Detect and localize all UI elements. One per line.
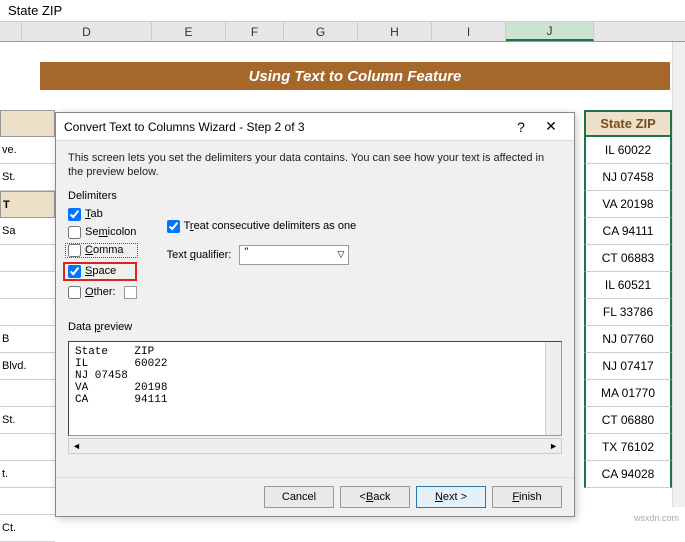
comma-checkbox[interactable]: Comma [66, 244, 137, 257]
next-button[interactable]: Next > [416, 486, 486, 508]
preview-hscroll[interactable]: ◄ ► [68, 438, 562, 454]
left-cell: t. [0, 461, 55, 488]
table-cell[interactable]: CT 06883 [584, 245, 672, 272]
scroll-left-icon[interactable]: ◄ [72, 441, 81, 451]
qualifier-select[interactable]: " ▽ [239, 245, 349, 265]
left-cell [0, 272, 55, 299]
semicolon-check-input[interactable] [68, 226, 81, 239]
qualifier-label: Text qualifier: [167, 249, 232, 261]
preview-label: Data preview [68, 321, 562, 333]
table-cell[interactable]: IL 60521 [584, 272, 672, 299]
left-column-fragments: ve. St. T Sa B Blvd. St. t. Ct. [0, 110, 55, 542]
table-cell[interactable]: TX 76102 [584, 434, 672, 461]
table-cell[interactable]: IL 60022 [584, 137, 672, 164]
table-cell[interactable]: NJ 07417 [584, 353, 672, 380]
col-h[interactable]: H [358, 22, 432, 41]
delimiters-label: Delimiters [68, 190, 562, 202]
scroll-right-icon[interactable]: ► [549, 441, 558, 451]
col-j[interactable]: J [506, 22, 594, 41]
col-d[interactable]: D [22, 22, 152, 41]
qualifier-value: " [244, 246, 248, 258]
back-button[interactable]: < Back [340, 486, 410, 508]
preview-box: State ZIP IL 60022 NJ 07458 VA 20198 CA … [68, 341, 562, 436]
formula-bar-text: State ZIP [8, 3, 62, 18]
table-cell[interactable]: CT 06880 [584, 407, 672, 434]
comma-check-input[interactable] [68, 244, 81, 257]
left-cell [0, 434, 55, 461]
table-cell[interactable]: CA 94028 [584, 461, 672, 488]
left-cell [0, 380, 55, 407]
left-cell: St. [0, 407, 55, 434]
left-cell: Ct. [0, 515, 55, 542]
other-checkbox[interactable]: Other: [68, 286, 137, 299]
help-button[interactable]: ? [506, 119, 536, 135]
col-g[interactable]: G [284, 22, 358, 41]
other-input[interactable] [124, 286, 137, 299]
tab-checkbox[interactable]: Tab [68, 208, 137, 221]
preview-vscroll[interactable] [545, 342, 561, 435]
table-cell[interactable]: NJ 07458 [584, 164, 672, 191]
left-cell: Sa [0, 218, 55, 245]
dialog-description: This screen lets you set the delimiters … [68, 151, 562, 180]
left-cell [0, 245, 55, 272]
state-zip-column: State ZIP IL 60022 NJ 07458 VA 20198 CA … [584, 110, 672, 488]
left-cell: ve. [0, 137, 55, 164]
table-cell[interactable]: MA 01770 [584, 380, 672, 407]
space-checkbox[interactable]: Space [63, 262, 137, 281]
tab-check-input[interactable] [68, 208, 81, 221]
column-headers: D E F G H I J [0, 22, 685, 42]
preview-text: State ZIP IL 60022 NJ 07458 VA 20198 CA … [75, 346, 167, 406]
vertical-scrollbar[interactable] [672, 42, 685, 507]
dialog-titlebar: Convert Text to Columns Wizard - Step 2 … [56, 113, 574, 141]
left-cell: B [0, 326, 55, 353]
left-cell: Blvd. [0, 353, 55, 380]
table-cell[interactable]: VA 20198 [584, 191, 672, 218]
button-row: Cancel < Back Next > Finish [56, 477, 574, 516]
dialog-title: Convert Text to Columns Wizard - Step 2 … [64, 120, 506, 134]
table-cell[interactable]: FL 33786 [584, 299, 672, 326]
space-check-input[interactable] [68, 265, 81, 278]
banner-title: Using Text to Column Feature [40, 62, 670, 90]
left-cell: T [0, 191, 55, 218]
col-e[interactable]: E [152, 22, 226, 41]
close-button[interactable]: ✕ [536, 118, 566, 135]
left-cell: St. [0, 164, 55, 191]
treat-check-input[interactable] [167, 220, 180, 233]
semicolon-checkbox[interactable]: Semicolon [68, 226, 137, 239]
finish-button[interactable]: Finish [492, 486, 562, 508]
other-check-input[interactable] [68, 286, 81, 299]
table-cell[interactable]: CA 94111 [584, 218, 672, 245]
state-zip-header[interactable]: State ZIP [584, 110, 672, 137]
table-cell[interactable]: NJ 07760 [584, 326, 672, 353]
watermark: wsxdn.com [634, 513, 679, 523]
corner-cell[interactable] [0, 22, 22, 41]
col-f[interactable]: F [226, 22, 284, 41]
wizard-dialog: Convert Text to Columns Wizard - Step 2 … [55, 112, 575, 517]
left-cell [0, 299, 55, 326]
formula-bar[interactable]: State ZIP [0, 0, 685, 22]
chevron-down-icon: ▽ [337, 249, 344, 260]
left-cell [0, 488, 55, 515]
col-i[interactable]: I [432, 22, 506, 41]
cancel-button[interactable]: Cancel [264, 486, 334, 508]
left-header [0, 110, 55, 137]
treat-consecutive-checkbox[interactable]: Treat consecutive delimiters as one [167, 220, 357, 233]
